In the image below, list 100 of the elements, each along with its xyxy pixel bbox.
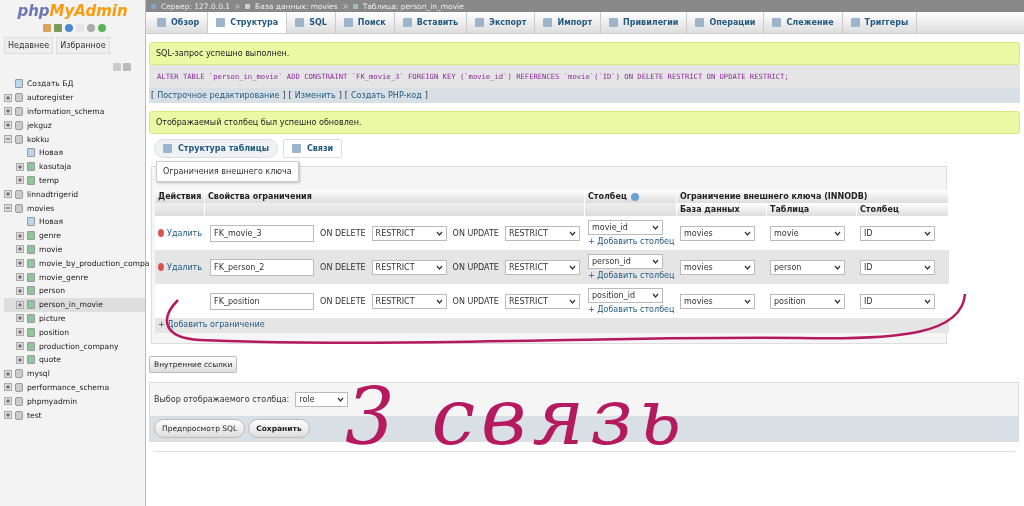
- expand-icon[interactable]: [4, 369, 12, 378]
- tab[interactable]: Триггеры: [842, 12, 918, 33]
- expand-icon[interactable]: [16, 355, 24, 364]
- tab[interactable]: Структура: [208, 12, 288, 33]
- help-icon[interactable]: [630, 192, 639, 201]
- tab[interactable]: Привилегии: [601, 12, 688, 33]
- delete-link[interactable]: Удалить: [158, 228, 202, 238]
- expand-icon[interactable]: [4, 397, 12, 406]
- tab[interactable]: Экспорт: [467, 12, 536, 33]
- select-field[interactable]: role: [295, 392, 349, 407]
- select-field[interactable]: position_id: [588, 288, 663, 303]
- input-field[interactable]: FK_person_2: [210, 258, 315, 276]
- select-field[interactable]: movies: [680, 293, 755, 309]
- new-item-icon: [15, 79, 23, 89]
- select-field[interactable]: ID: [860, 293, 935, 309]
- select-field[interactable]: person_id: [588, 254, 663, 269]
- column-header: Столбец: [585, 190, 677, 203]
- expand-icon[interactable]: [16, 314, 24, 323]
- delete-link[interactable]: Удалить: [158, 262, 202, 272]
- add-column-link[interactable]: + Добавить столбец: [588, 271, 674, 280]
- expand-icon[interactable]: [16, 259, 24, 268]
- select-field[interactable]: movie: [770, 225, 845, 241]
- select-field[interactable]: RESTRICT: [504, 259, 580, 275]
- select-field[interactable]: movie_id: [588, 220, 663, 235]
- expand-icon[interactable]: [16, 300, 24, 309]
- bracket: ]: [338, 91, 342, 100]
- expand-icon[interactable]: [4, 411, 12, 419]
- field-label: ON DELETE: [320, 296, 366, 306]
- tab-icon: [291, 144, 301, 153]
- tab-icon: [475, 18, 484, 27]
- caret-icon: [652, 225, 659, 230]
- select-field[interactable]: RESTRICT: [371, 225, 447, 241]
- select-field[interactable]: movies: [680, 259, 755, 275]
- tab[interactable]: Поиск: [335, 12, 395, 33]
- select-field[interactable]: position: [770, 293, 845, 309]
- bracket: [: [151, 91, 155, 100]
- expand-icon[interactable]: [16, 176, 24, 185]
- tab[interactable]: SQL: [287, 12, 336, 33]
- select-field[interactable]: RESTRICT: [504, 293, 580, 309]
- caret-icon: [744, 230, 751, 236]
- tab-icon: [543, 18, 553, 27]
- select-field[interactable]: ID: [860, 225, 935, 241]
- collapse-icon[interactable]: [4, 135, 12, 144]
- expand-icon[interactable]: [16, 245, 24, 254]
- expand-icon[interactable]: [16, 162, 24, 171]
- expand-icon[interactable]: [4, 383, 12, 392]
- server-icon: [151, 3, 156, 9]
- settings-icon[interactable]: [87, 24, 95, 32]
- chevron-icon: [235, 3, 241, 9]
- caret-icon: [652, 293, 659, 298]
- tab-icon: [772, 18, 782, 27]
- expand-icon[interactable]: [16, 273, 24, 282]
- field-label: ON UPDATE: [452, 262, 499, 272]
- bracket: ]: [424, 91, 428, 100]
- sidebar-tab[interactable]: Недавнее: [4, 37, 54, 54]
- success-message: Отображаемый столбец был успешно обновлен.: [149, 111, 1020, 134]
- expand-icon[interactable]: [16, 286, 24, 295]
- expand-icon[interactable]: [4, 107, 12, 116]
- caret-icon: [652, 259, 659, 264]
- expand-icon[interactable]: [16, 328, 24, 337]
- expand-icon[interactable]: [4, 93, 12, 102]
- delete-icon: [158, 263, 164, 271]
- caret-icon: [435, 298, 443, 304]
- tab[interactable]: Вставить: [394, 12, 467, 33]
- select-field[interactable]: ID: [860, 259, 935, 275]
- collapse-icon[interactable]: [4, 204, 12, 213]
- query-link[interactable]: Изменить: [294, 91, 336, 100]
- add-column-link[interactable]: + Добавить столбец: [588, 237, 674, 246]
- tab[interactable]: Слежение: [764, 12, 843, 33]
- select-field[interactable]: RESTRICT: [371, 259, 447, 275]
- caret-icon: [924, 230, 931, 236]
- tab-icon: [695, 18, 705, 27]
- tab[interactable]: Импорт: [535, 12, 602, 33]
- subtab[interactable]: Связи: [282, 139, 343, 158]
- delete-icon: [158, 229, 164, 237]
- expand-icon[interactable]: [16, 231, 24, 240]
- caret-icon: [744, 298, 751, 304]
- tab-icon: [163, 144, 172, 153]
- field-label: ON DELETE: [320, 228, 366, 238]
- expand-icon[interactable]: [4, 121, 12, 130]
- expand-icon[interactable]: [4, 190, 12, 199]
- input-field[interactable]: FK_movie_3: [210, 224, 315, 242]
- query-link[interactable]: Построчное редактирование: [157, 91, 280, 100]
- select-field[interactable]: movies: [680, 225, 755, 241]
- tab-icon: [295, 18, 305, 27]
- select-field[interactable]: person: [770, 259, 845, 275]
- tab[interactable]: Операции: [687, 12, 765, 33]
- sidebar-tab[interactable]: Избранное: [56, 37, 110, 54]
- query-link[interactable]: Создать PHP-код: [350, 91, 422, 100]
- select-field[interactable]: RESTRICT: [504, 225, 580, 241]
- column-header: Свойства ограничения: [205, 190, 585, 203]
- subtab[interactable]: Структура таблицы: [154, 139, 278, 158]
- select-field[interactable]: RESTRICT: [371, 293, 447, 309]
- input-field[interactable]: FK_position: [210, 292, 315, 310]
- reload-icon[interactable]: [98, 24, 106, 32]
- bracket: ]: [282, 91, 286, 100]
- help-icon[interactable]: [65, 24, 73, 32]
- field-label: ON UPDATE: [452, 296, 499, 306]
- expand-icon[interactable]: [16, 342, 24, 351]
- add-column-link[interactable]: + Добавить столбец: [588, 305, 674, 314]
